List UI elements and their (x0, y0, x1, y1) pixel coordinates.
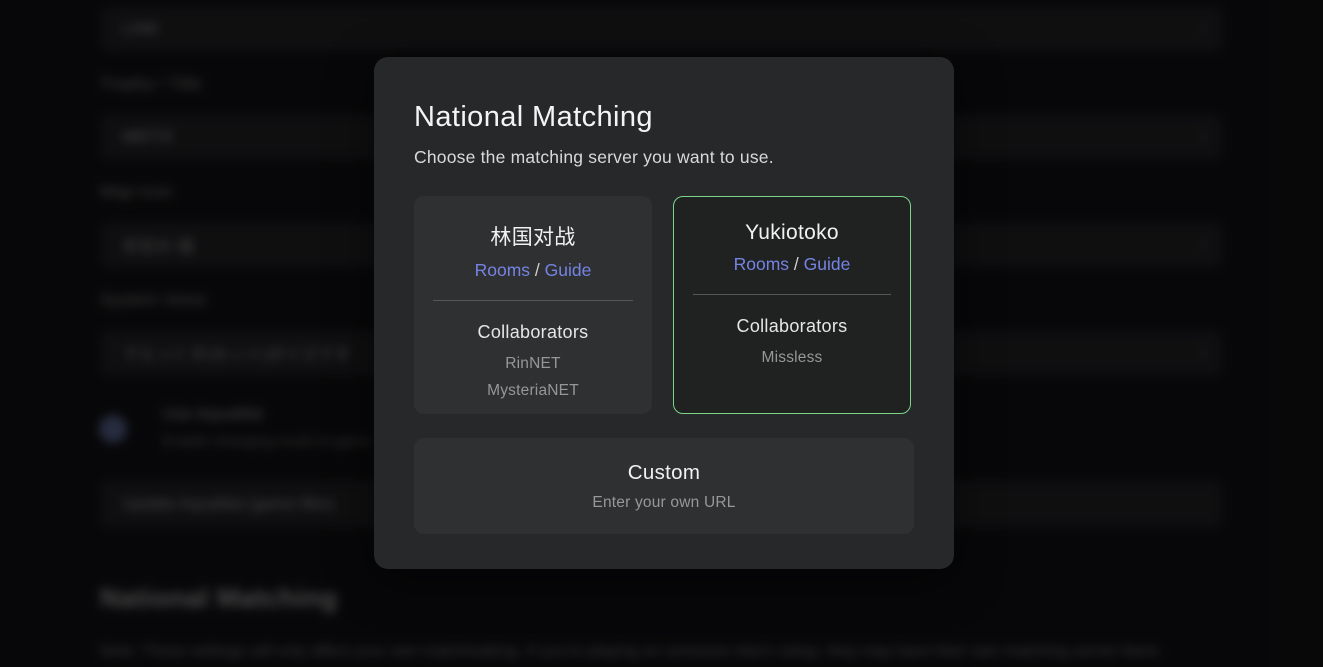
link-separator: / (794, 254, 799, 274)
divider (433, 300, 633, 301)
collaborators-title: Collaborators (674, 316, 910, 337)
dialog-subtitle: Choose the matching server you want to u… (414, 147, 914, 168)
guide-link[interactable]: Guide (545, 260, 592, 280)
collaborator-name: RinNET (414, 350, 652, 377)
server-name: Yukiotoko (674, 221, 910, 245)
national-matching-dialog: National Matching Choose the matching se… (374, 57, 954, 569)
server-options-row: 林国对战 Rooms / Guide Collaborators RinNET … (414, 196, 914, 414)
collaborators-list: RinNET MysteriaNET (414, 350, 652, 404)
collaborators-list: Missless (674, 344, 910, 371)
custom-title: Custom (628, 461, 700, 485)
dialog-title: National Matching (414, 101, 914, 134)
collaborators-title: Collaborators (414, 322, 652, 343)
server-card-custom[interactable]: Custom Enter your own URL (414, 438, 914, 534)
guide-link[interactable]: Guide (804, 254, 851, 274)
collaborator-name: Missless (674, 344, 910, 371)
server-card-linguo[interactable]: 林国对战 Rooms / Guide Collaborators RinNET … (414, 196, 652, 414)
divider (693, 294, 891, 295)
server-name: 林国对战 (414, 221, 652, 251)
server-card-yukiotoko[interactable]: Yukiotoko Rooms / Guide Collaborators Mi… (673, 196, 911, 414)
rooms-link[interactable]: Rooms (475, 260, 530, 280)
collaborator-name: MysteriaNET (414, 377, 652, 404)
server-links: Rooms / Guide (674, 254, 910, 275)
server-links: Rooms / Guide (414, 260, 652, 281)
custom-subtitle: Enter your own URL (592, 494, 735, 512)
rooms-link[interactable]: Rooms (734, 254, 789, 274)
link-separator: / (535, 260, 540, 280)
